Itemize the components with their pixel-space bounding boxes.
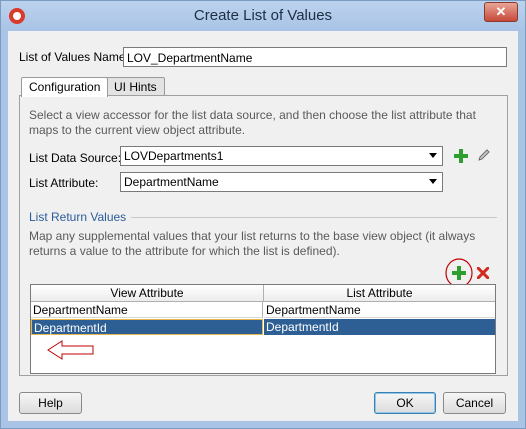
chevron-down-icon <box>429 179 437 184</box>
chevron-down-icon <box>429 153 437 158</box>
attribute-label: List Attribute: <box>29 176 99 190</box>
close-button[interactable]: ✕ <box>484 2 518 22</box>
config-description: Select a view accessor for the list data… <box>29 108 476 137</box>
data-source-select[interactable]: LOVDepartments1 <box>120 146 443 166</box>
list-attribute-select[interactable]: DepartmentName <box>120 172 443 192</box>
table-cell[interactable]: DepartmentName <box>31 302 263 318</box>
help-button[interactable]: Help <box>19 392 82 414</box>
name-label: List of Values Name: <box>19 50 129 64</box>
column-header-list-attribute[interactable]: List Attribute <box>264 285 495 302</box>
cancel-button[interactable]: Cancel <box>443 392 506 414</box>
close-icon: ✕ <box>495 4 507 19</box>
return-values-title: List Return Values <box>29 210 127 224</box>
title-bar[interactable]: Create List of Values ✕ <box>1 1 525 31</box>
table-cell-selected[interactable]: DepartmentId <box>264 319 495 335</box>
pencil-icon[interactable] <box>476 147 492 163</box>
dialog-content: List of Values Name: LOV_DepartmentName … <box>8 31 518 421</box>
table-cell-selected[interactable]: DepartmentId <box>31 319 263 335</box>
red-x-icon[interactable] <box>477 267 489 279</box>
data-source-value: LOVDepartments1 <box>124 149 224 163</box>
return-values-description: Map any supplemental values that your li… <box>29 229 476 258</box>
window-title: Create List of Values <box>193 7 333 24</box>
ok-button[interactable]: OK <box>374 392 436 414</box>
add-data-source-icon[interactable] <box>454 149 468 163</box>
column-header-view-attribute[interactable]: View Attribute <box>31 285 264 302</box>
add-row-icon[interactable] <box>452 266 466 280</box>
tab-configuration[interactable]: Configuration <box>21 77 109 97</box>
data-source-label: List Data Source: <box>29 151 122 165</box>
lov-name-field[interactable]: LOV_DepartmentName <box>123 47 507 67</box>
tab-ui-hints[interactable]: UI Hints <box>106 77 165 96</box>
list-attribute-value: DepartmentName <box>124 175 219 189</box>
return-values-table: View Attribute List Attribute Department… <box>30 284 496 374</box>
dialog-window: Create List of Values ✕ List of Values N… <box>0 0 526 429</box>
table-cell[interactable]: DepartmentName <box>264 302 495 318</box>
section-divider <box>131 217 497 218</box>
annotation-arrow <box>47 340 94 360</box>
